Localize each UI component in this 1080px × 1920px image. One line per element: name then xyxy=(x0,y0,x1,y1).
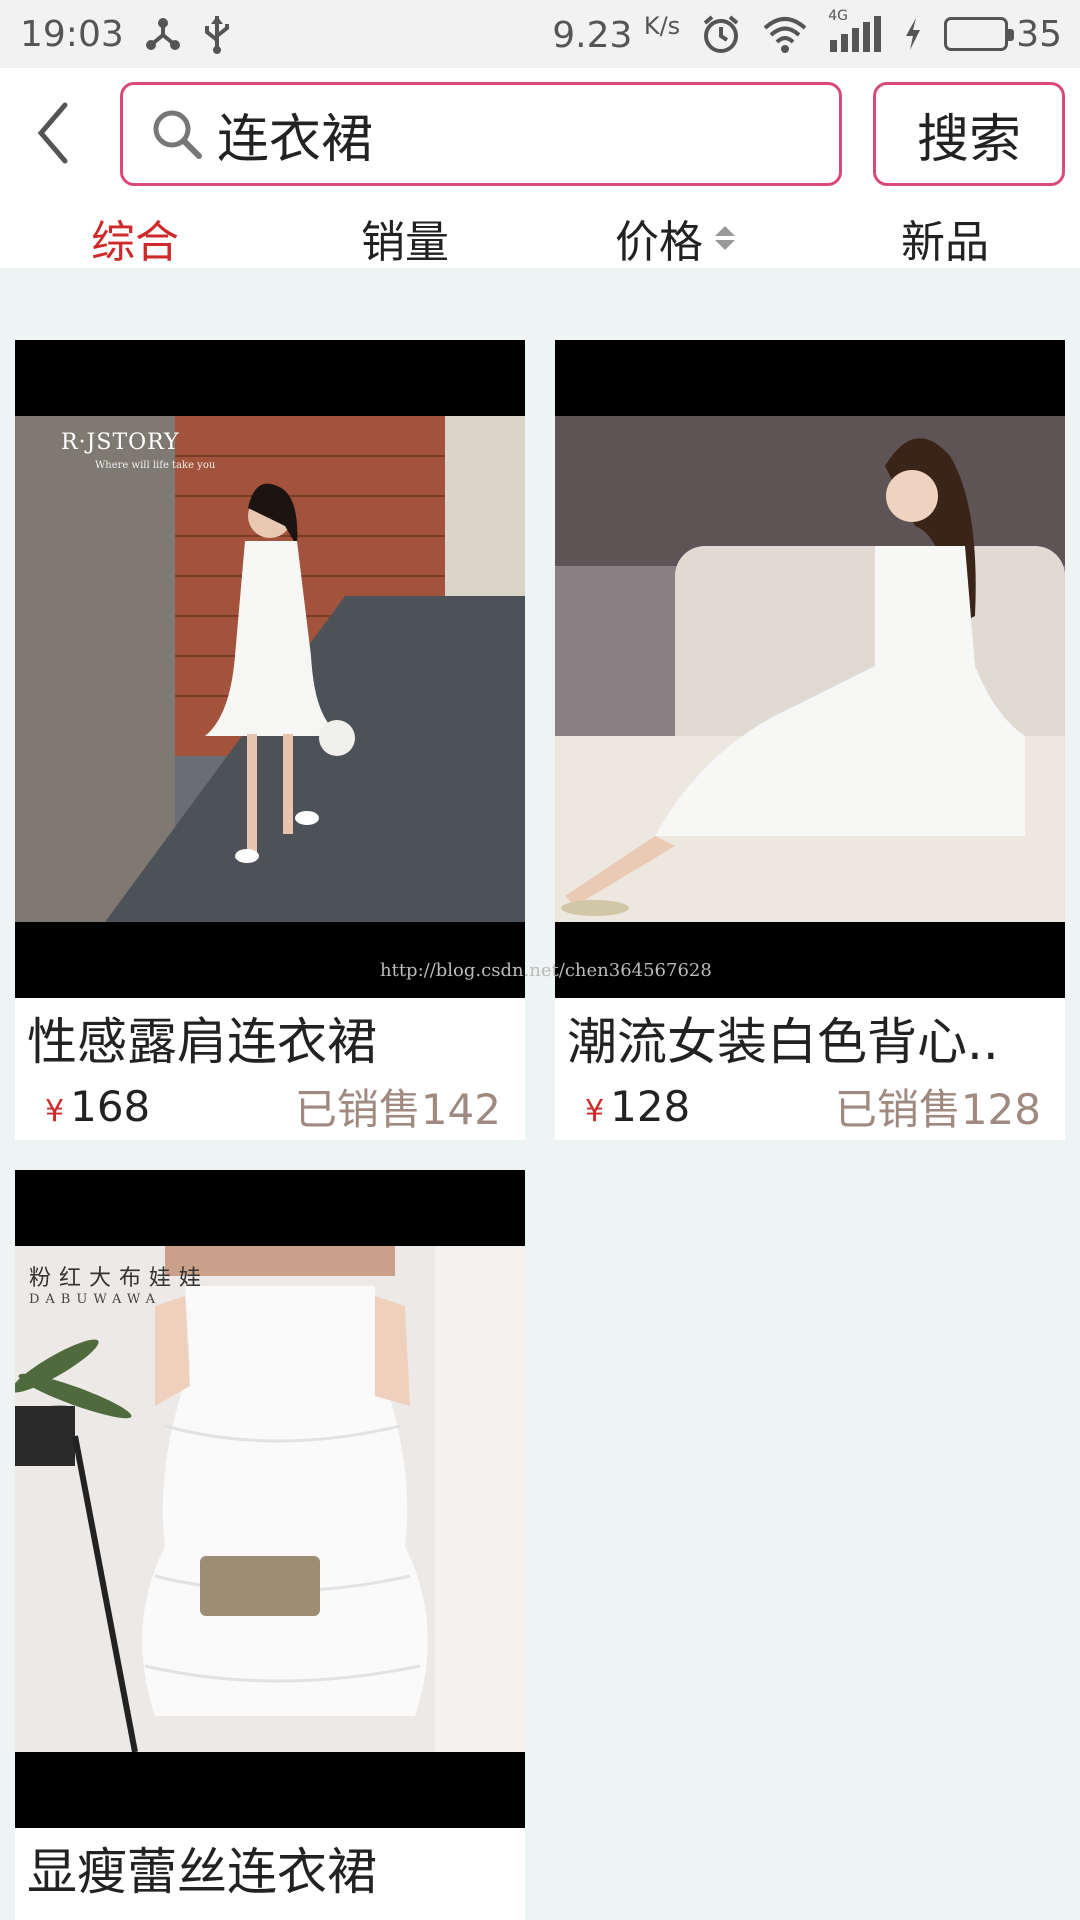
price-value: 168 xyxy=(70,1081,151,1131)
tab-label: 销量 xyxy=(361,217,449,268)
product-photo: 粉红大布娃娃 DABUWAWA xyxy=(15,1246,525,1752)
charging-icon xyxy=(902,16,924,52)
search-icon xyxy=(153,110,202,159)
clock: 19:03 xyxy=(20,13,124,55)
product-name: 潮流女装白色背心.. xyxy=(567,1013,999,1071)
image-brand-text: R·JSTORY xyxy=(61,430,180,455)
product-card[interactable]: 粉红大布娃娃 DABUWAWA 显瘦蕾丝连衣裙 xyxy=(15,1170,525,1920)
product-image: 粉红大布娃娃 DABUWAWA xyxy=(15,1170,525,1828)
wifi-icon xyxy=(762,14,808,54)
tab-label: 价格 xyxy=(615,217,703,268)
currency-symbol: ¥ xyxy=(45,1093,65,1129)
battery-indicator: 35 xyxy=(944,14,1062,55)
product-photo: R·JSTORY Where will life take you xyxy=(15,416,525,922)
product-image: R·JSTORY Where will life take you xyxy=(15,340,525,998)
sort-arrows-icon xyxy=(715,226,735,250)
watermark: http://blog.csdn.net/chen364567628 xyxy=(380,960,712,981)
status-bar: 19:03 9.23 K/s 4G 35 xyxy=(0,0,1080,68)
price: ¥ 128 xyxy=(585,1082,690,1131)
search-input[interactable]: 连衣裙 xyxy=(120,82,842,186)
image-brand-sub-text: DABUWAWA xyxy=(29,1292,161,1307)
alarm-icon xyxy=(700,13,742,55)
product-name: 显瘦蕾丝连衣裙 xyxy=(27,1843,377,1901)
price-value: 128 xyxy=(610,1081,691,1131)
search-button[interactable]: 搜索 xyxy=(873,82,1065,186)
product-image xyxy=(555,340,1065,998)
back-button[interactable] xyxy=(28,98,78,168)
sort-tabs: 综合 销量 价格 新品 xyxy=(0,208,1080,268)
signal-icon: 4G xyxy=(828,8,882,54)
usb-icon xyxy=(202,14,232,54)
product-photo xyxy=(555,416,1065,922)
battery-percent: 35 xyxy=(1016,13,1062,55)
product-card[interactable]: 潮流女装白色背心.. ¥ 128 已销售128 xyxy=(555,340,1065,1140)
product-name: 性感露肩连衣裙 xyxy=(27,1013,377,1071)
sold-count: 已销售142 xyxy=(294,1084,501,1134)
image-brand-text: 粉红大布娃娃 xyxy=(29,1266,210,1291)
search-query: 连衣裙 xyxy=(217,109,374,170)
net-speed: 9.23 K/s xyxy=(552,12,681,56)
product-meta: ¥ 128 已销售128 xyxy=(555,1072,1065,1140)
sold-count: 已销售128 xyxy=(834,1084,1041,1134)
product-meta: ¥ 168 已销售142 xyxy=(15,1072,525,1140)
image-tagline-text: Where will life take you xyxy=(95,460,216,471)
tab-price[interactable]: 价格 xyxy=(540,208,810,268)
tab-label: 综合 xyxy=(91,217,179,268)
search-header: 连衣裙 搜索 综合 销量 价格 新品 xyxy=(0,68,1080,268)
tab-comprehensive[interactable]: 综合 xyxy=(0,208,270,268)
tab-label: 新品 xyxy=(901,217,989,268)
tab-new[interactable]: 新品 xyxy=(810,208,1080,268)
price: ¥ 168 xyxy=(45,1082,150,1131)
tab-sales[interactable]: 销量 xyxy=(270,208,540,268)
back-arrow-icon xyxy=(37,102,68,164)
battery-icon xyxy=(944,17,1015,51)
share-icon xyxy=(144,15,182,53)
currency-symbol: ¥ xyxy=(585,1093,605,1129)
product-card[interactable]: R·JSTORY Where will life take you 性感露肩连衣… xyxy=(15,340,525,1140)
